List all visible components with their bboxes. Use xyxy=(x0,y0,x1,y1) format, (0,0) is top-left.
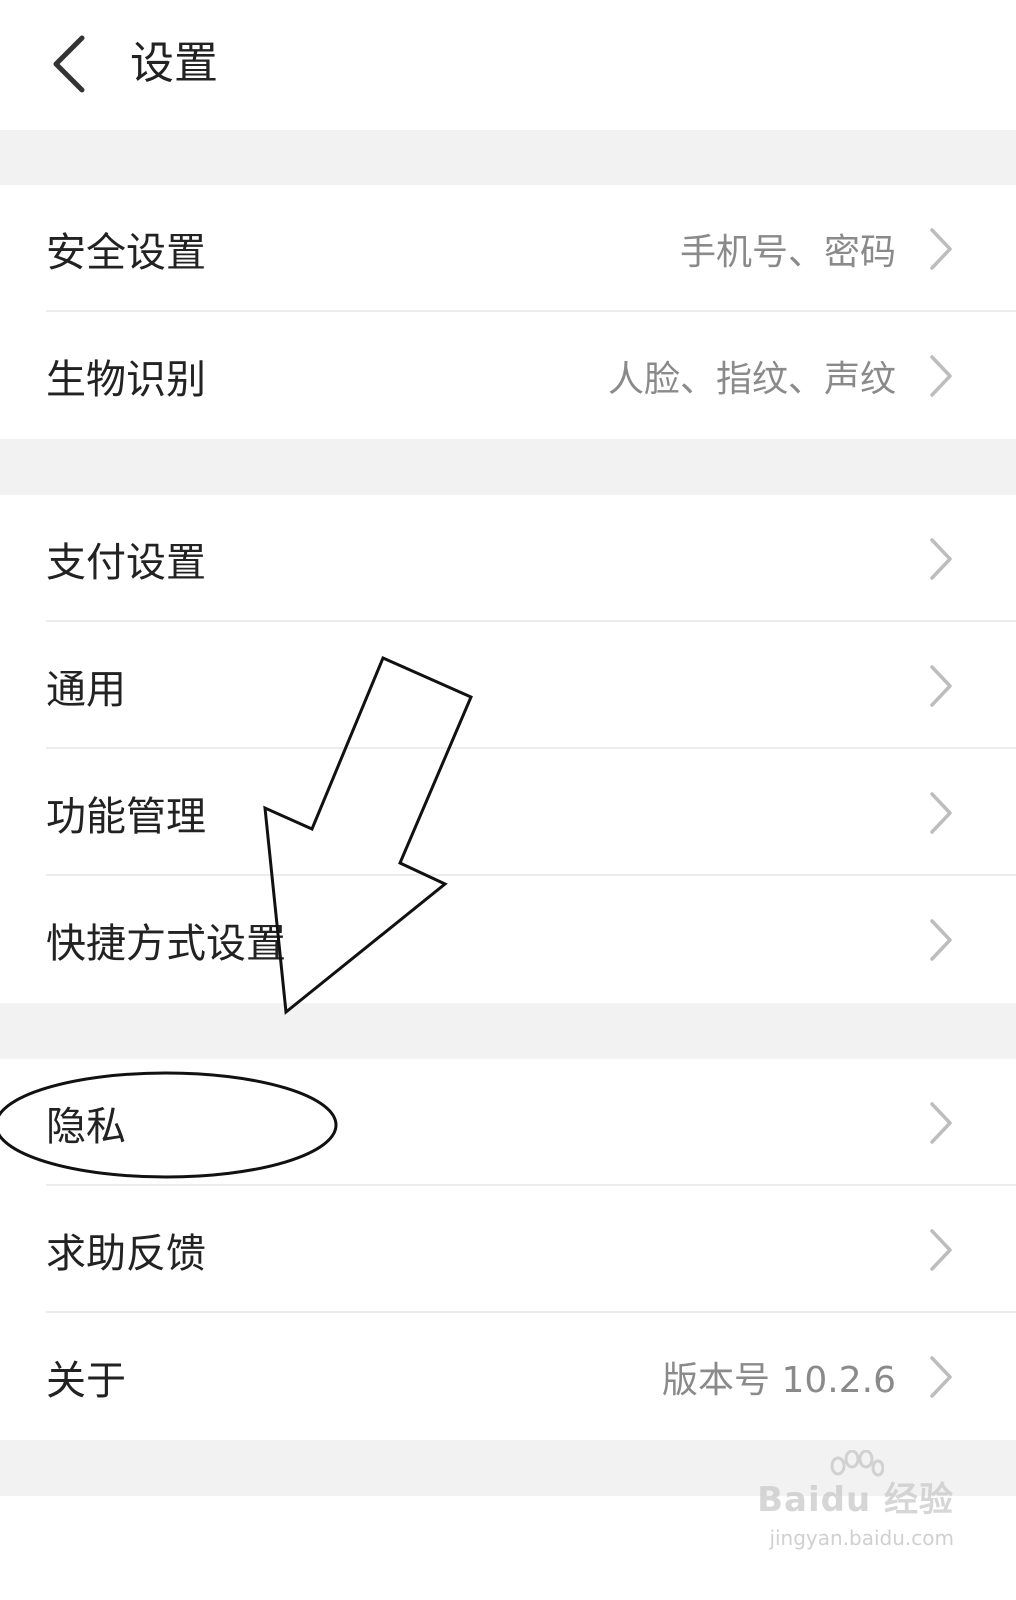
chevron-right-icon xyxy=(930,792,952,834)
section-gap xyxy=(0,1003,1016,1059)
setting-row-privacy[interactable]: 隐私 xyxy=(0,1059,1016,1186)
back-button[interactable] xyxy=(38,32,98,96)
chevron-left-icon xyxy=(53,35,85,93)
chevron-right-icon xyxy=(930,665,952,707)
chevron-right-icon xyxy=(930,538,952,580)
row-label: 生物识别 xyxy=(46,356,206,403)
row-value: 人脸、指纹、声纹 xyxy=(607,358,896,400)
row-label: 求助反馈 xyxy=(46,1230,206,1277)
chevron-right-icon xyxy=(930,1229,952,1271)
settings-group-account: 安全设置 手机号、密码 生物识别 人脸、指纹、声纹 xyxy=(0,185,1016,439)
watermark-brand: Baidu 经验 xyxy=(757,1480,954,1520)
row-label: 关于 xyxy=(46,1357,126,1404)
header-bar: 设置 xyxy=(0,0,1016,130)
row-label: 安全设置 xyxy=(46,229,206,276)
watermark-url: jingyan.baidu.com xyxy=(769,1526,954,1550)
chevron-right-icon xyxy=(930,1356,952,1398)
setting-row-about[interactable]: 关于 版本号 10.2.6 xyxy=(0,1313,1016,1440)
settings-group-other: 隐私 求助反馈 关于 版本号 10.2.6 xyxy=(0,1059,1016,1440)
page-title: 设置 xyxy=(130,38,218,89)
row-label: 支付设置 xyxy=(46,539,206,586)
watermark: Baidu 经验 jingyan.baidu.com xyxy=(754,1450,954,1560)
chevron-right-icon xyxy=(930,355,952,397)
chevron-right-icon xyxy=(930,1102,952,1144)
section-gap xyxy=(0,439,1016,495)
row-label: 快捷方式设置 xyxy=(46,920,286,967)
row-value: 版本号 10.2.6 xyxy=(662,1359,896,1401)
settings-screen: 设置 安全设置 手机号、密码 生物识别 人脸、指纹、声纹 支付设置 通用 功能管… xyxy=(0,0,1016,1600)
setting-row-feature-management[interactable]: 功能管理 xyxy=(0,749,1016,876)
row-label: 通用 xyxy=(46,666,126,713)
row-value: 手机号、密码 xyxy=(679,231,896,273)
setting-row-general[interactable]: 通用 xyxy=(0,622,1016,749)
settings-group-general: 支付设置 通用 功能管理 快捷方式设置 xyxy=(0,495,1016,1003)
setting-row-security[interactable]: 安全设置 手机号、密码 xyxy=(0,185,1016,312)
section-gap xyxy=(0,130,1016,185)
setting-row-payment[interactable]: 支付设置 xyxy=(0,495,1016,622)
setting-row-biometrics[interactable]: 生物识别 人脸、指纹、声纹 xyxy=(0,312,1016,439)
row-label: 隐私 xyxy=(46,1103,126,1150)
setting-row-help-feedback[interactable]: 求助反馈 xyxy=(0,1186,1016,1313)
setting-row-shortcuts[interactable]: 快捷方式设置 xyxy=(0,876,1016,1003)
chevron-right-icon xyxy=(930,919,952,961)
chevron-right-icon xyxy=(930,228,952,270)
row-label: 功能管理 xyxy=(46,793,206,840)
